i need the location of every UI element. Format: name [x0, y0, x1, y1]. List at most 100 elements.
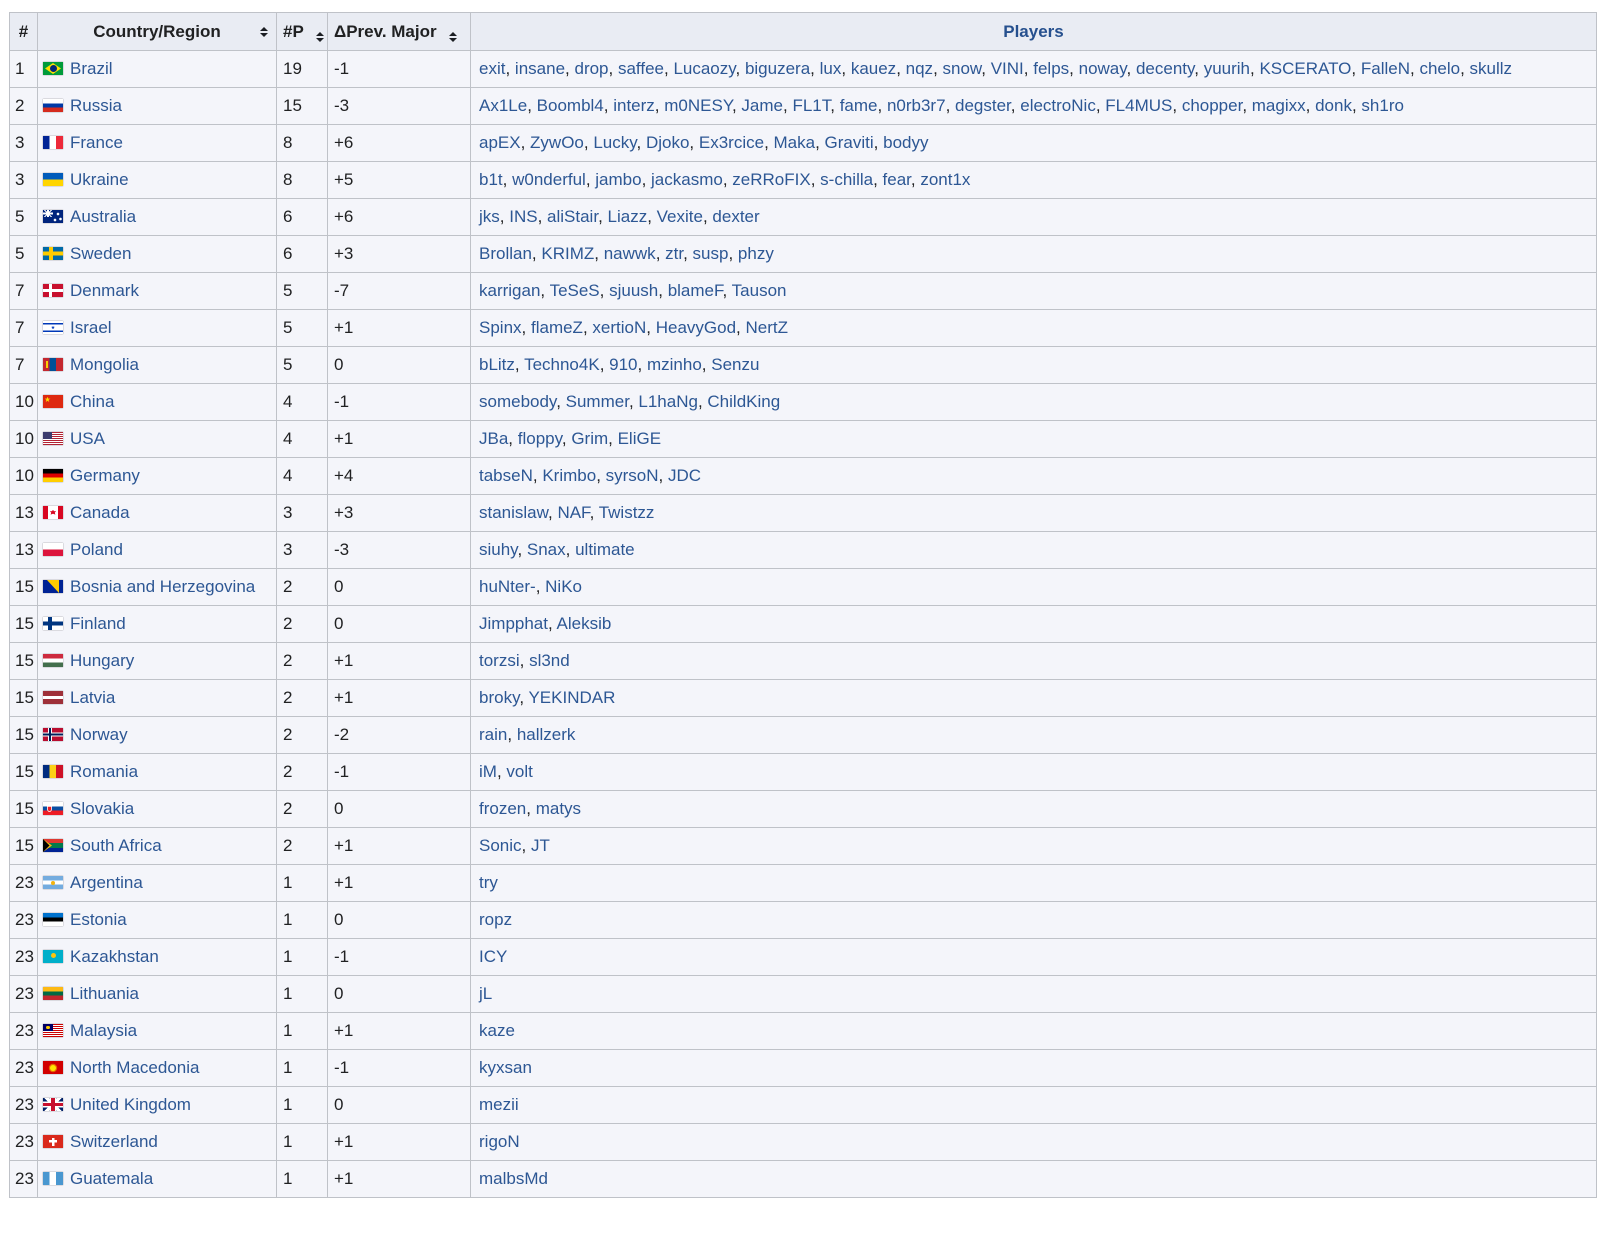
player-link[interactable]: NiKo — [545, 577, 582, 596]
player-link[interactable]: tabseN — [479, 466, 533, 485]
player-link[interactable]: sjuush — [609, 281, 658, 300]
player-link[interactable]: jL — [479, 984, 492, 1003]
player-link[interactable]: Krimbo — [542, 466, 596, 485]
player-link[interactable]: Boombl4 — [537, 96, 604, 115]
player-link[interactable]: biguzera — [745, 59, 810, 78]
player-link[interactable]: NAF — [557, 503, 589, 522]
player-link[interactable]: electroNic — [1020, 96, 1096, 115]
player-link[interactable]: mezii — [479, 1095, 519, 1114]
player-link[interactable]: lux — [820, 59, 842, 78]
player-link[interactable]: somebody — [479, 392, 556, 411]
player-link[interactable]: INS — [509, 207, 537, 226]
country-link[interactable]: Russia — [70, 96, 122, 115]
player-link[interactable]: Jame — [741, 96, 783, 115]
player-link[interactable]: Spinx — [479, 318, 522, 337]
player-link[interactable]: siuhy — [479, 540, 517, 559]
country-link[interactable]: Israel — [70, 318, 112, 337]
player-link[interactable]: skullz — [1470, 59, 1513, 78]
player-link[interactable]: VINI — [991, 59, 1024, 78]
country-link[interactable]: Bosnia and Herzegovina — [70, 577, 255, 596]
player-link[interactable]: JBa — [479, 429, 508, 448]
country-link[interactable]: Lithuania — [70, 984, 139, 1003]
player-link[interactable]: bLitz — [479, 355, 515, 374]
player-link[interactable]: zeRRoFIX — [732, 170, 810, 189]
player-link[interactable]: FL1T — [792, 96, 830, 115]
player-link[interactable]: snow — [943, 59, 982, 78]
player-link[interactable]: Liazz — [608, 207, 648, 226]
country-link[interactable]: Poland — [70, 540, 123, 559]
player-link[interactable]: TeSeS — [550, 281, 600, 300]
player-link[interactable]: sh1ro — [1361, 96, 1404, 115]
player-link[interactable]: huNter- — [479, 577, 536, 596]
country-link[interactable]: Denmark — [70, 281, 139, 300]
header-players-link[interactable]: Players — [471, 13, 1597, 51]
player-link[interactable]: nawwk — [604, 244, 656, 263]
player-link[interactable]: stanislaw — [479, 503, 548, 522]
country-link[interactable]: Norway — [70, 725, 128, 744]
player-link[interactable]: blameF — [668, 281, 723, 300]
player-link[interactable]: m0NESY — [664, 96, 732, 115]
player-link[interactable]: drop — [574, 59, 608, 78]
sort-arrows-icon[interactable] — [316, 32, 324, 42]
player-link[interactable]: rain — [479, 725, 507, 744]
player-link[interactable]: Ax1Le — [479, 96, 527, 115]
player-link[interactable]: JT — [531, 836, 550, 855]
player-link[interactable]: yuurih — [1204, 59, 1250, 78]
country-link[interactable]: Australia — [70, 207, 136, 226]
player-link[interactable]: insane — [515, 59, 565, 78]
player-link[interactable]: aliStair — [547, 207, 598, 226]
country-link[interactable]: Guatemala — [70, 1169, 153, 1188]
player-link[interactable]: bodyy — [883, 133, 928, 152]
player-link[interactable]: Lucky — [593, 133, 636, 152]
player-link[interactable]: flameZ — [531, 318, 583, 337]
player-link[interactable]: sl3nd — [529, 651, 570, 670]
player-link[interactable]: Maka — [774, 133, 816, 152]
player-link[interactable]: nqz — [906, 59, 933, 78]
player-link[interactable]: jackasmo — [651, 170, 723, 189]
player-link[interactable]: degster — [955, 96, 1011, 115]
player-link[interactable]: hallzerk — [517, 725, 576, 744]
country-link[interactable]: Romania — [70, 762, 138, 781]
sort-arrows-icon[interactable] — [260, 27, 268, 37]
player-link[interactable]: fear — [883, 170, 911, 189]
player-link[interactable]: decenty — [1136, 59, 1194, 78]
player-link[interactable]: n0rb3r7 — [887, 96, 946, 115]
player-link[interactable]: L1haNg — [638, 392, 698, 411]
country-link[interactable]: France — [70, 133, 123, 152]
country-link[interactable]: Finland — [70, 614, 126, 633]
player-link[interactable]: matys — [536, 799, 581, 818]
player-link[interactable]: EliGE — [618, 429, 661, 448]
country-link[interactable]: Sweden — [70, 244, 131, 263]
country-link[interactable]: Canada — [70, 503, 130, 522]
player-link[interactable]: Vexite — [657, 207, 703, 226]
player-link[interactable]: Ex3rcice — [699, 133, 764, 152]
country-link[interactable]: Hungary — [70, 651, 134, 670]
country-link[interactable]: United Kingdom — [70, 1095, 191, 1114]
player-link[interactable]: Snax — [527, 540, 566, 559]
player-link[interactable]: b1t — [479, 170, 503, 189]
player-link[interactable]: Tauson — [732, 281, 787, 300]
player-link[interactable]: ropz — [479, 910, 512, 929]
player-link[interactable]: frozen — [479, 799, 526, 818]
country-link[interactable]: China — [70, 392, 114, 411]
player-link[interactable]: mzinho — [647, 355, 702, 374]
player-link[interactable]: donk — [1315, 96, 1352, 115]
country-link[interactable]: Switzerland — [70, 1132, 158, 1151]
player-link[interactable]: noway — [1079, 59, 1127, 78]
country-link[interactable]: Germany — [70, 466, 140, 485]
player-link[interactable]: YEKINDAR — [528, 688, 615, 707]
player-link[interactable]: Techno4K — [524, 355, 600, 374]
player-link[interactable]: 910 — [609, 355, 637, 374]
player-link[interactable]: chelo — [1419, 59, 1460, 78]
player-link[interactable]: FL4MUS — [1105, 96, 1172, 115]
player-link[interactable]: Brollan — [479, 244, 532, 263]
country-link[interactable]: South Africa — [70, 836, 162, 855]
country-link[interactable]: Brazil — [70, 59, 113, 78]
player-link[interactable]: Jimpphat — [479, 614, 548, 633]
player-link[interactable]: Sonic — [479, 836, 522, 855]
player-link[interactable]: phzy — [738, 244, 774, 263]
player-link[interactable]: try — [479, 873, 498, 892]
player-link[interactable]: jambo — [595, 170, 641, 189]
player-link[interactable]: kaze — [479, 1021, 515, 1040]
player-link[interactable]: HeavyGod — [656, 318, 736, 337]
